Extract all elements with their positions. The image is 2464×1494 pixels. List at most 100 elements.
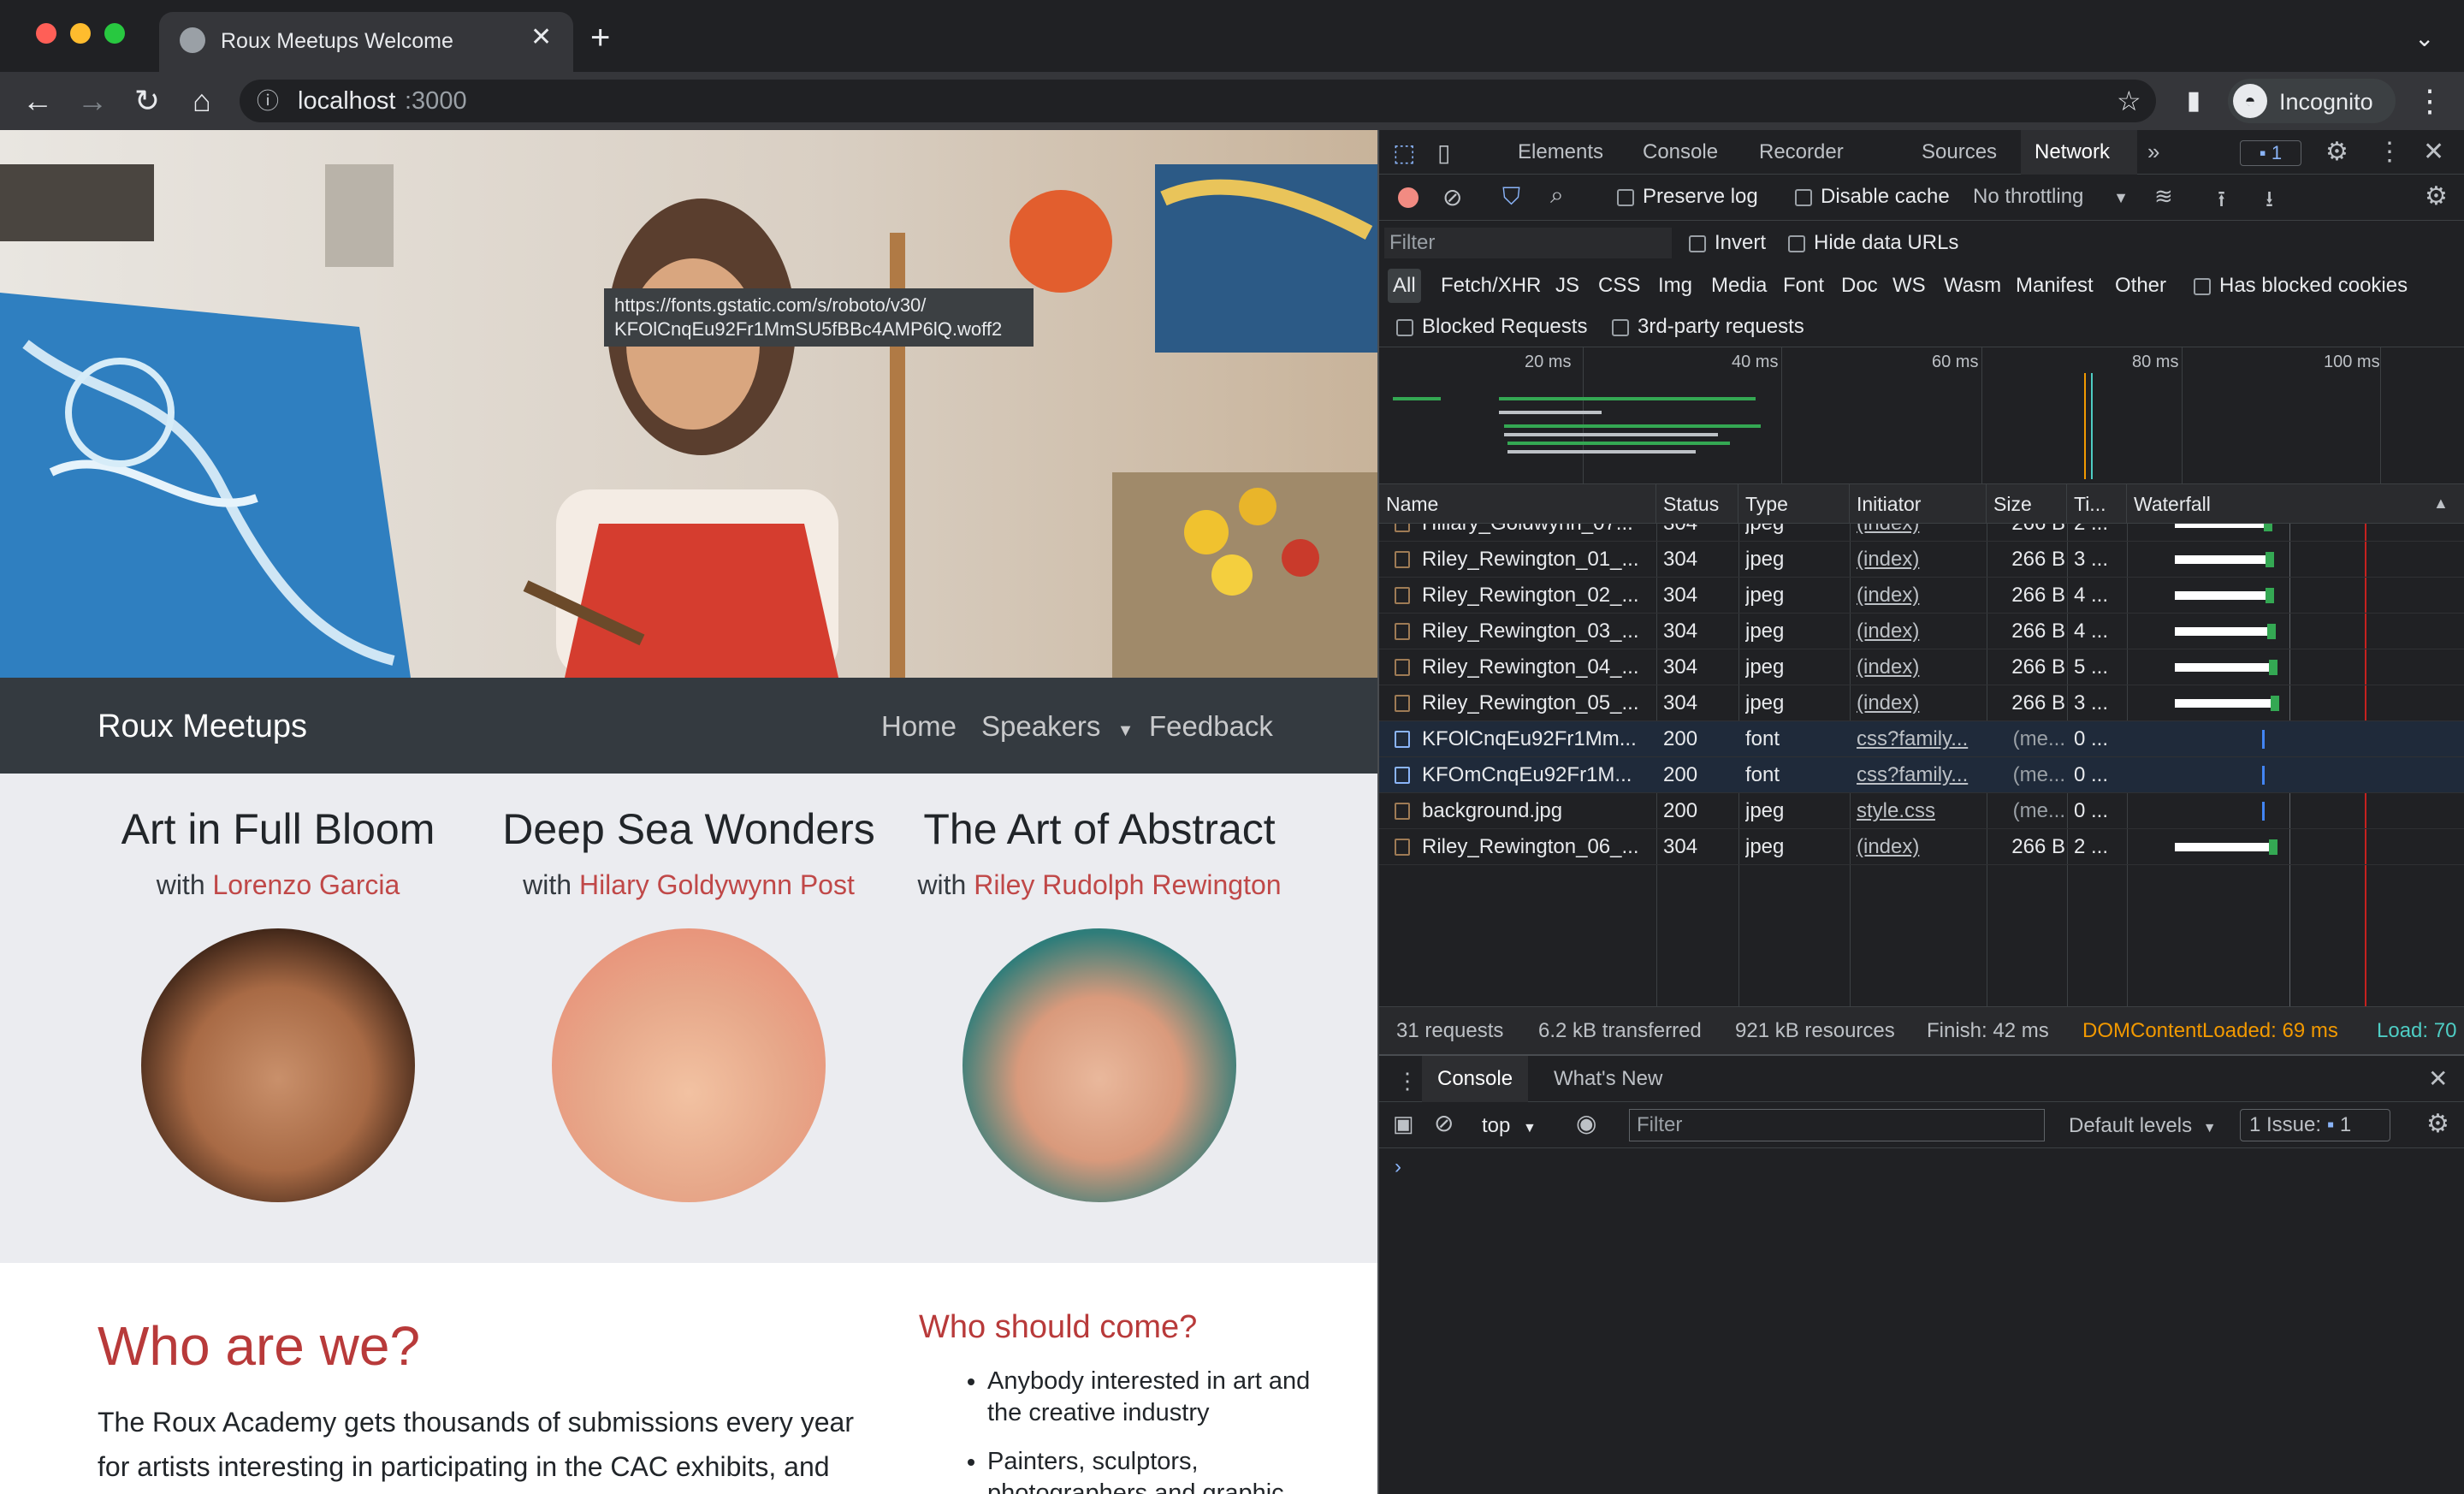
side-panel-icon[interactable]: ▮	[2173, 72, 2214, 130]
has-blocked-cookies-checkbox[interactable]: Has blocked cookies	[2194, 265, 2408, 306]
console-settings-gear-icon[interactable]: ⚙	[2426, 1109, 2449, 1139]
speaker-link[interactable]: Riley Rudolph Rewington	[974, 869, 1281, 900]
type-filter-all[interactable]: All	[1388, 269, 1421, 303]
table-row[interactable]: background.jpg 200 jpeg style.css (me... 0 ..…	[1379, 793, 2464, 829]
tab-console[interactable]: Console	[1643, 130, 1718, 175]
invert-checkbox[interactable]: Invert	[1689, 231, 1766, 255]
col-type[interactable]: Type	[1738, 484, 1850, 524]
type-filter-ws[interactable]: WS	[1892, 265, 1926, 306]
table-row[interactable]: Riley_Rewington_01_... 304 jpeg (index) 266 …	[1379, 542, 2464, 578]
console-sidebar-icon[interactable]: ▣	[1393, 1111, 1414, 1137]
col-time[interactable]: Ti...	[2067, 484, 2127, 524]
new-tab-button[interactable]: +	[590, 19, 610, 57]
cell-initiator[interactable]: style.css	[1857, 793, 1985, 829]
cell-initiator[interactable]: (index)	[1857, 614, 1985, 649]
type-filter-js[interactable]: JS	[1555, 265, 1579, 306]
brand-link[interactable]: Roux Meetups	[98, 708, 307, 745]
type-filter-other[interactable]: Other	[2115, 265, 2166, 306]
type-filter-css[interactable]: CSS	[1598, 265, 1640, 306]
forward-button[interactable]: →	[72, 72, 113, 130]
col-status[interactable]: Status	[1656, 484, 1738, 524]
console-issues-button[interactable]: 1 Issue: ▪ 1	[2240, 1109, 2390, 1141]
settings-gear-icon[interactable]: ⚙	[2325, 137, 2348, 167]
sort-ascending-icon[interactable]: ▲	[2433, 495, 2449, 513]
customize-menu-icon[interactable]: ⋮	[2377, 137, 2402, 167]
talk-card[interactable]: The Art of Abstract with Riley Rudolph R…	[894, 774, 1305, 1202]
incognito-profile-button[interactable]: ◓ Incognito	[2228, 79, 2396, 123]
table-row[interactable]: Riley_Rewington_02_... 304 jpeg (index) 266 …	[1379, 578, 2464, 614]
tab-elements[interactable]: Elements	[1518, 130, 1603, 175]
browser-tab[interactable]: Roux Meetups Welcome ✕	[159, 12, 573, 72]
cell-initiator[interactable]: css?family...	[1857, 721, 1985, 757]
browser-menu-icon[interactable]: ⋮	[2409, 72, 2450, 130]
type-filter-manifest[interactable]: Manifest	[2016, 265, 2094, 306]
drawer-menu-icon[interactable]: ⋮	[1396, 1068, 1419, 1094]
filter-icon[interactable]: ⛉	[1502, 183, 1520, 211]
nav-home[interactable]: Home	[881, 710, 957, 743]
col-waterfall[interactable]: Waterfall	[2127, 484, 2464, 524]
more-tabs-icon[interactable]: »	[2147, 139, 2159, 165]
network-conditions-icon[interactable]: ≋	[2154, 183, 2173, 210]
back-button[interactable]: ←	[17, 72, 58, 130]
cell-initiator[interactable]: css?family...	[1857, 757, 1985, 793]
type-filter-img[interactable]: Img	[1658, 265, 1692, 306]
col-initiator[interactable]: Initiator	[1850, 484, 1987, 524]
talk-card[interactable]: Deep Sea Wonders with Hilary Goldywynn P…	[483, 774, 894, 1202]
close-tab-icon[interactable]: ✕	[530, 22, 552, 52]
nav-speakers[interactable]: Speakers ▼	[981, 710, 1134, 743]
throttling-select[interactable]: No throttling ▼	[1973, 185, 2129, 209]
table-row[interactable]: Riley_Rewington_04_... 304 jpeg (index) 266 …	[1379, 649, 2464, 685]
device-toolbar-icon[interactable]: ▯	[1437, 139, 1450, 167]
inspect-element-icon[interactable]: ⬚	[1393, 139, 1415, 167]
tab-search-chevron-icon[interactable]: ⌄	[2414, 24, 2434, 52]
import-har-icon[interactable]: ⭱	[2218, 183, 2225, 221]
preserve-log-checkbox[interactable]: Preserve log	[1617, 185, 1758, 209]
table-row[interactable]: KFOlCnqEu92Fr1Mm... 200 font css?family... (…	[1379, 721, 2464, 757]
cell-initiator[interactable]: (index)	[1857, 685, 1985, 721]
third-party-checkbox[interactable]: 3rd-party requests	[1612, 306, 1804, 347]
cell-initiator[interactable]: (index)	[1857, 524, 1985, 542]
col-name[interactable]: Name	[1379, 484, 1656, 524]
clear-icon[interactable]: ⊘	[1442, 183, 1462, 211]
log-levels-select[interactable]: Default levels ▼	[2069, 1114, 2217, 1138]
reload-button[interactable]: ↻	[127, 72, 168, 130]
type-filter-font[interactable]: Font	[1783, 265, 1824, 306]
tab-network[interactable]: Network	[2021, 130, 2137, 175]
table-row[interactable]: Riley_Rewington_06_... 304 jpeg (index) 266 …	[1379, 829, 2464, 865]
table-row[interactable]: Riley_Rewington_03_... 304 jpeg (index) 266 …	[1379, 614, 2464, 649]
nav-feedback[interactable]: Feedback	[1149, 710, 1273, 743]
speaker-link[interactable]: Hilary Goldywynn Post	[579, 869, 855, 900]
console-filter-input[interactable]: Filter	[1629, 1109, 2045, 1141]
home-button[interactable]: ⌂	[181, 72, 222, 130]
drawer-tab-console[interactable]: Console	[1422, 1056, 1529, 1102]
type-filter-wasm[interactable]: Wasm	[1944, 265, 2001, 306]
type-filter-fetch[interactable]: Fetch/XHR	[1441, 265, 1541, 306]
record-button[interactable]	[1398, 187, 1419, 208]
context-select[interactable]: top ▼	[1482, 1114, 1537, 1138]
issues-counter[interactable]: ▪ 1	[2240, 140, 2301, 166]
close-drawer-icon[interactable]: ✕	[2428, 1064, 2448, 1093]
close-devtools-icon[interactable]: ✕	[2423, 137, 2444, 167]
minimize-window-button[interactable]	[70, 23, 91, 44]
close-window-button[interactable]	[36, 23, 56, 44]
table-row[interactable]: Riley_Rewington_05_... 304 jpeg (index) 266 …	[1379, 685, 2464, 721]
bookmark-star-icon[interactable]: ☆	[2117, 80, 2141, 122]
disable-cache-checkbox[interactable]: Disable cache	[1795, 185, 1950, 209]
info-icon[interactable]: ⓘ	[257, 80, 279, 122]
type-filter-doc[interactable]: Doc	[1841, 265, 1878, 306]
drawer-tab-whats-new[interactable]: What's New	[1554, 1056, 1662, 1102]
table-row[interactable]: Hillary_Goldwynn_07... 304 jpeg (index) 266 …	[1379, 524, 2464, 542]
tab-sources[interactable]: Sources	[1922, 130, 1997, 175]
talk-card[interactable]: Art in Full Bloom with Lorenzo Garcia	[73, 774, 483, 1202]
cell-initiator[interactable]: (index)	[1857, 829, 1985, 865]
export-har-icon[interactable]: ⭳	[2266, 183, 2273, 221]
cell-initiator[interactable]: (index)	[1857, 578, 1985, 614]
tab-recorder[interactable]: Recorder	[1759, 130, 1844, 175]
maximize-window-button[interactable]	[104, 23, 125, 44]
network-filter-input[interactable]: Filter	[1384, 228, 1672, 258]
console-clear-icon[interactable]: ⊘	[1434, 1109, 1454, 1137]
blocked-requests-checkbox[interactable]: Blocked Requests	[1396, 306, 1587, 347]
address-bar[interactable]: ⓘ localhost :3000 ☆	[240, 80, 2156, 122]
type-filter-media[interactable]: Media	[1711, 265, 1767, 306]
search-icon[interactable]: ⌕	[1550, 181, 1564, 210]
